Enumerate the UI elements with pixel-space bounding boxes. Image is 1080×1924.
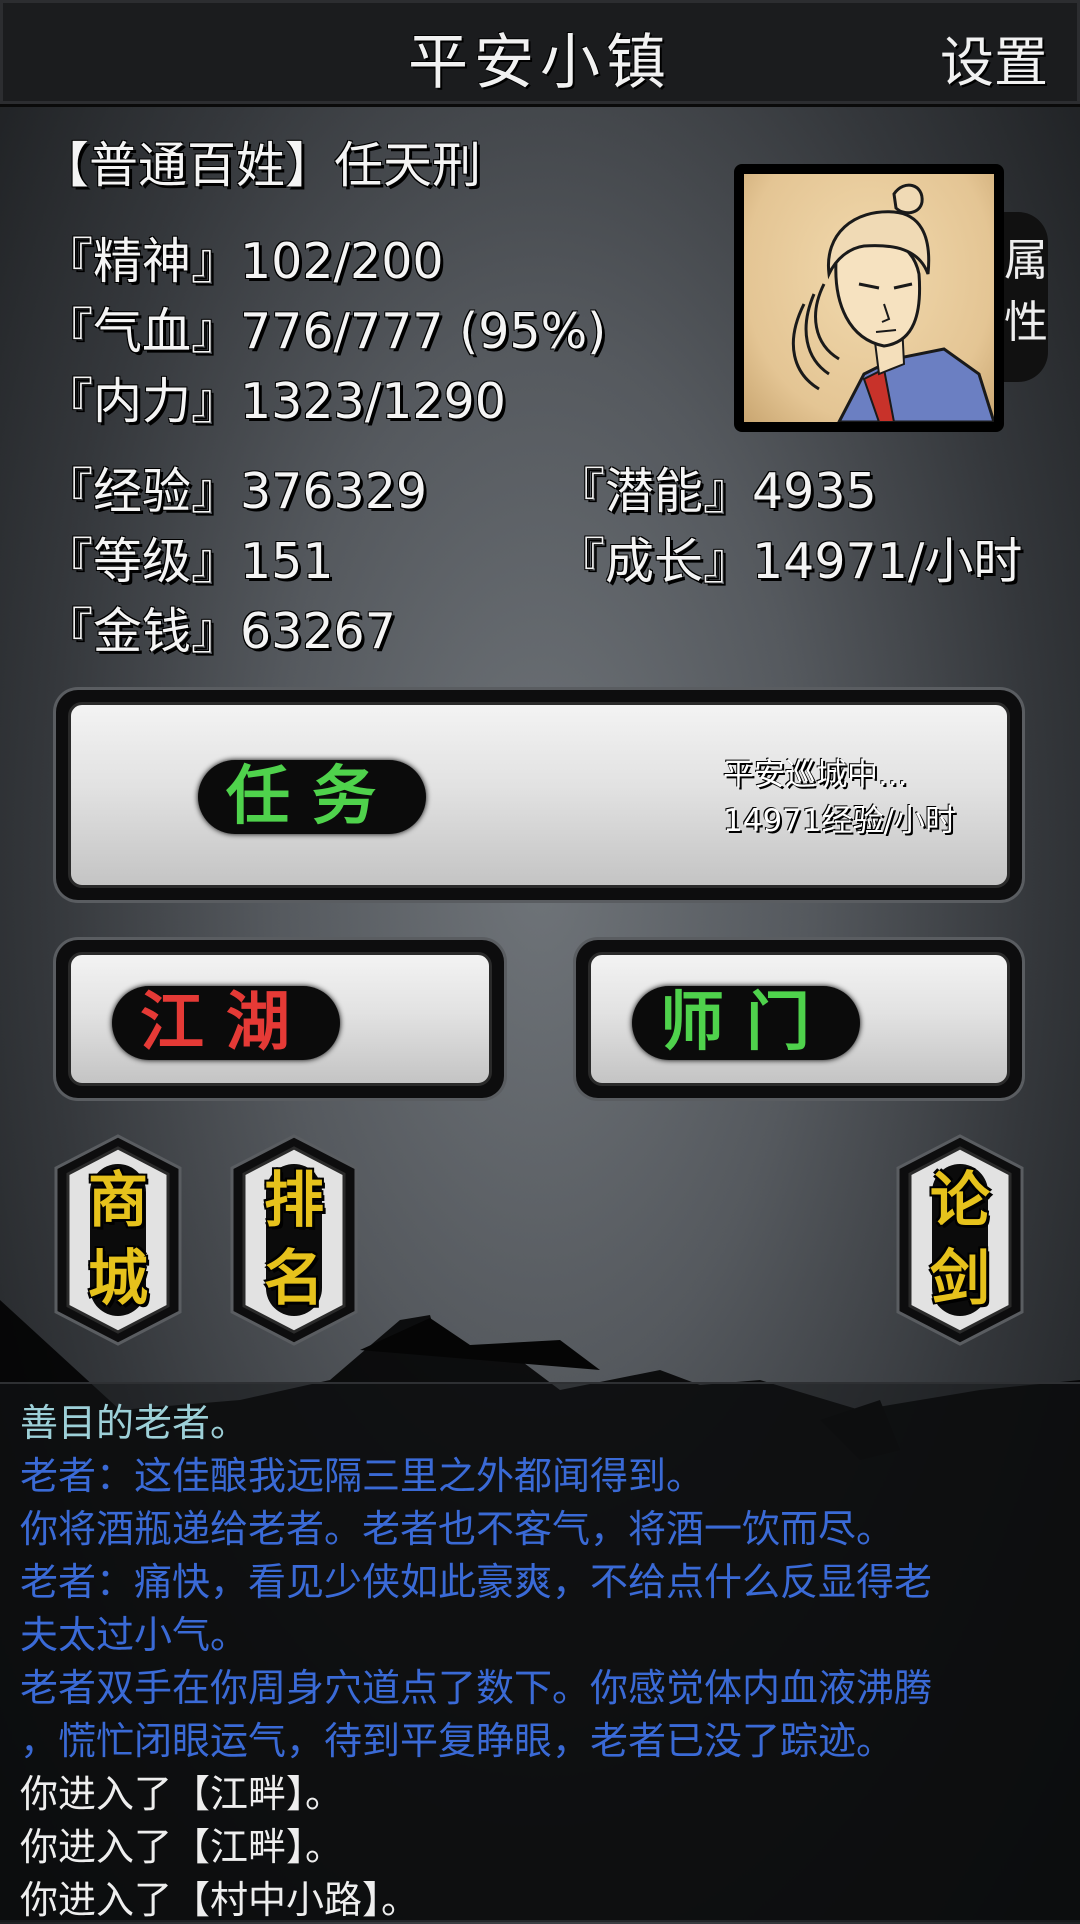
stat-exp: 『经验』376329 (44, 463, 428, 520)
shimen-button[interactable]: 师门 (632, 986, 860, 1060)
log-line: 你进入了【村中小路】。 (20, 1878, 420, 1922)
stat-internal: 『内力』1323/1290 (44, 373, 506, 430)
log-line: ，慌忙闭眼运气，待到平复睁眼，老者已没了踪迹。 (20, 1719, 895, 1763)
player-rank-name: 【普通百姓】任天刑 (40, 137, 482, 194)
stat-money: 『金钱』63267 (44, 603, 396, 660)
log-line: 善目的老者。 (20, 1401, 249, 1445)
portrait-illustration (791, 183, 994, 422)
settings-button[interactable]: 设置 (940, 18, 1048, 97)
duel-label-1: 论 (930, 1166, 990, 1236)
log-line: 老者：痛快，看见少侠如此豪爽，不给点什么反显得老 (20, 1560, 933, 1604)
ranking-label-1: 排 (264, 1166, 324, 1236)
log-line: 你将酒瓶递给老者。老者也不客气，将酒一饮而尽。 (20, 1507, 895, 1551)
log-line: 老者双手在你周身穴道点了数下。你感觉体内血液沸腾 (20, 1666, 933, 1710)
message-log[interactable]: 善目的老者。 老者：这佳酿我远隔三里之外都闻得到。 你将酒瓶递给老者。老者也不客… (0, 1382, 1080, 1922)
log-line: 你进入了【江畔】。 (20, 1772, 344, 1816)
stat-hp: 『气血』776/777 (95%) (44, 303, 607, 360)
attributes-tab[interactable]: 属性 (1000, 212, 1048, 382)
task-exp-rate: 14971经验/小时 (723, 803, 957, 839)
stat-level: 『等级』151 (44, 533, 334, 590)
jianghu-button[interactable]: 江湖 (112, 986, 340, 1060)
task-button[interactable]: 任务 (198, 760, 426, 834)
avatar (744, 174, 994, 422)
top-bar: 平安小镇 设置 (0, 0, 1080, 107)
attributes-tab-label: 属性 (1004, 235, 1048, 348)
shop-label-1: 商 (88, 1166, 148, 1236)
log-line: 老者：这佳酿我远隔三里之外都闻得到。 (20, 1454, 705, 1498)
stat-potential: 『潜能』4935 (556, 463, 877, 520)
stat-growth: 『成长』14971/小时 (556, 533, 1023, 590)
task-status: 平安巡城中... (723, 757, 908, 793)
task-info: 平安巡城中... 14971经验/小时 (723, 752, 956, 844)
stat-spirit: 『精神』102/200 (44, 233, 444, 290)
location-title: 平安小镇 (408, 28, 672, 98)
log-line: 夫太过小气。 (20, 1613, 249, 1657)
player-portrait[interactable] (734, 164, 1004, 432)
log-line: 你进入了【江畔】。 (20, 1825, 344, 1869)
